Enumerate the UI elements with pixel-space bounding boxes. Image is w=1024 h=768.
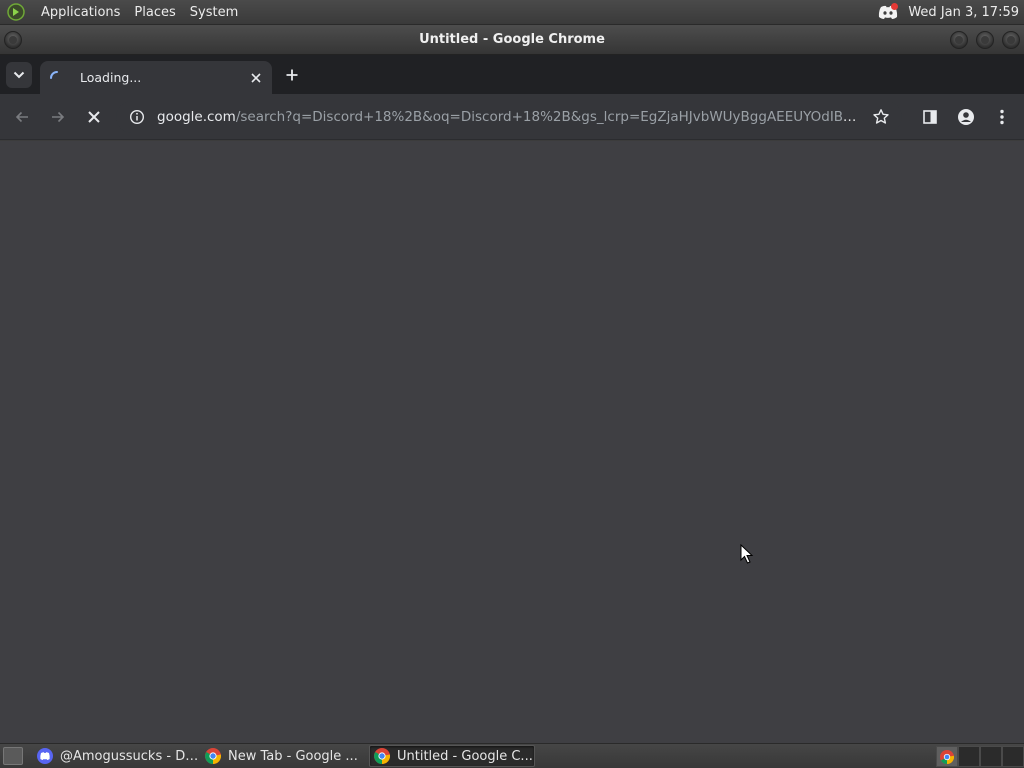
workspace-2[interactable] bbox=[958, 746, 980, 767]
window-title: Untitled - Google Chrome bbox=[419, 32, 605, 47]
bookmark-star-icon[interactable] bbox=[872, 108, 890, 126]
three-dots-vertical-icon bbox=[1000, 109, 1004, 125]
taskbar-item-label: @Amogussucks - Di... bbox=[60, 748, 199, 764]
notification-badge bbox=[891, 2, 899, 10]
places-menu[interactable]: Places bbox=[127, 0, 182, 25]
taskbar-item-label: New Tab - Google ... bbox=[228, 748, 358, 764]
minimize-button[interactable] bbox=[950, 31, 968, 49]
address-bar[interactable]: google.com/search?q=Discord+18%2B&oq=Dis… bbox=[116, 101, 902, 133]
applications-menu[interactable]: Applications bbox=[34, 0, 127, 25]
chevron-down-icon bbox=[13, 71, 25, 79]
taskbar-item-discord[interactable]: @Amogussucks - Di... bbox=[33, 745, 199, 767]
profile-avatar-icon bbox=[958, 109, 974, 125]
tab-loading[interactable]: Loading... bbox=[40, 61, 272, 94]
mouse-cursor-icon bbox=[740, 544, 754, 564]
new-tab-button[interactable] bbox=[282, 65, 302, 85]
system-menu[interactable]: System bbox=[183, 0, 245, 25]
mate-logo-icon[interactable] bbox=[6, 2, 26, 22]
show-desktop-button[interactable] bbox=[3, 747, 23, 765]
taskbar-item-untitled-chrome[interactable]: Untitled - Google C... bbox=[369, 745, 535, 767]
workspace-1[interactable] bbox=[936, 746, 958, 767]
tab-close-icon[interactable] bbox=[248, 70, 264, 86]
window-titlebar[interactable]: Untitled - Google Chrome bbox=[0, 25, 1024, 55]
taskbar-item-new-tab[interactable]: New Tab - Google ... bbox=[201, 745, 367, 767]
discord-icon bbox=[37, 748, 53, 764]
chrome-icon bbox=[374, 748, 390, 764]
tab-title: Loading... bbox=[80, 70, 142, 85]
top-panel: Applications Places System Wed Jan 3, 17… bbox=[0, 0, 1024, 25]
workspace-4[interactable] bbox=[1002, 746, 1024, 767]
chrome-icon bbox=[940, 749, 954, 764]
system-tray: Wed Jan 3, 17:59 bbox=[876, 0, 1024, 25]
back-button[interactable] bbox=[10, 105, 34, 129]
taskbar-item-label: Untitled - Google C... bbox=[397, 748, 533, 764]
stop-loading-button[interactable] bbox=[82, 105, 106, 129]
forward-button[interactable] bbox=[46, 105, 70, 129]
url-path: /search?q=Discord+18%2B&oq=Discord+18%2B… bbox=[235, 109, 857, 125]
tab-strip: Loading... bbox=[0, 55, 1024, 94]
bottom-panel: @Amogussucks - Di... New Tab - Google ..… bbox=[0, 743, 1024, 768]
side-panel-icon bbox=[923, 110, 937, 124]
arrow-right-icon bbox=[52, 111, 65, 123]
browser-toolbar: google.com/search?q=Discord+18%2B&oq=Dis… bbox=[0, 94, 1024, 140]
clock[interactable]: Wed Jan 3, 17:59 bbox=[904, 5, 1024, 20]
close-icon bbox=[88, 111, 100, 123]
page-content[interactable] bbox=[0, 141, 1024, 743]
window-menu-button[interactable] bbox=[4, 31, 22, 49]
tab-search-button[interactable] bbox=[6, 62, 32, 88]
site-info-icon[interactable] bbox=[129, 109, 145, 125]
profile-button[interactable] bbox=[954, 105, 978, 129]
side-panel-button[interactable] bbox=[918, 105, 942, 129]
workspace-switcher bbox=[936, 746, 1024, 767]
url-host: google.com bbox=[157, 109, 236, 125]
loading-spinner-icon bbox=[50, 70, 58, 79]
url-text[interactable]: google.com/search?q=Discord+18%2B&oq=Dis… bbox=[157, 109, 857, 125]
maximize-button[interactable] bbox=[976, 31, 994, 49]
plus-icon bbox=[286, 69, 298, 81]
discord-tray-icon[interactable] bbox=[876, 2, 900, 24]
arrow-left-icon bbox=[15, 111, 28, 123]
chrome-menu-button[interactable] bbox=[990, 105, 1014, 129]
chrome-icon bbox=[205, 748, 221, 764]
workspace-3[interactable] bbox=[980, 746, 1002, 767]
close-window-button[interactable] bbox=[1002, 31, 1020, 49]
